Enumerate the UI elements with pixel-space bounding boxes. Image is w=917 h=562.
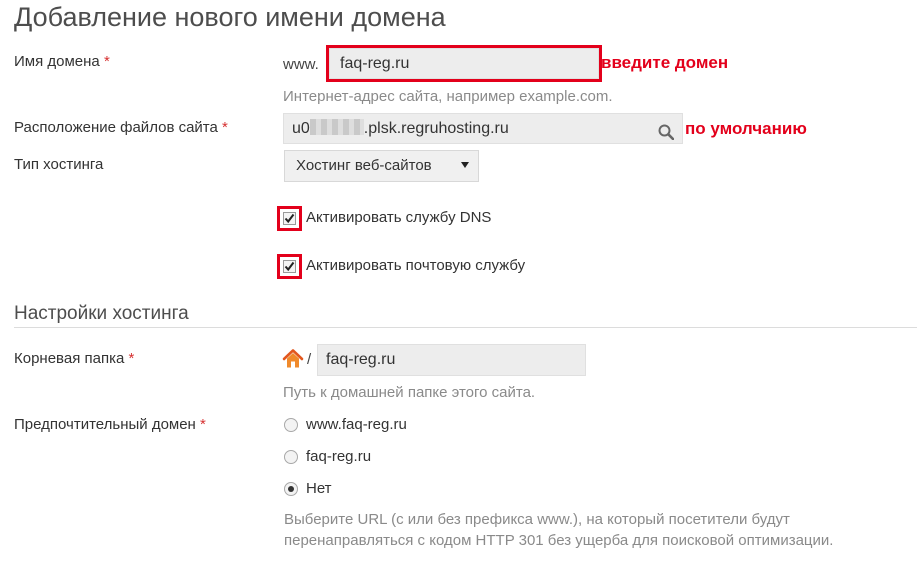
files-location-label-text: Расположение файлов сайта [14, 119, 218, 136]
preferred-domain-hint-line2: перенаправляться с кодом HTTP 301 без ущ… [284, 532, 834, 549]
domain-annotation: введите домен [601, 53, 729, 72]
files-location-annotation: по умолчанию [685, 119, 807, 138]
radio-none[interactable] [284, 482, 298, 496]
domain-hint: Интернет-адрес сайта, например example.c… [283, 88, 613, 105]
www-prefix: www. [283, 56, 319, 73]
hosting-type-select[interactable]: Хостинг веб-сайтов [284, 150, 479, 182]
blurred-region [309, 119, 364, 135]
dns-checkbox[interactable] [283, 212, 296, 225]
hosting-type-label: Тип хостинга [14, 156, 104, 173]
dns-checkbox-label[interactable]: Активировать службу DNS [306, 209, 491, 226]
radio-none-label[interactable]: Нет [306, 480, 332, 497]
hosting-type-selected: Хостинг веб-сайтов [296, 157, 432, 174]
root-folder-hint: Путь к домашней папке этого сайта. [283, 384, 536, 401]
files-location-input[interactable]: u0 .plsk.regruhosting.ru [283, 113, 683, 144]
root-folder-input[interactable]: faq-reg.ru [317, 344, 586, 376]
preferred-domain-label-text: Предпочтительный домен [14, 416, 196, 433]
section-divider [14, 327, 917, 328]
search-icon[interactable] [658, 121, 675, 141]
root-folder-label-text: Корневая папка [14, 350, 125, 367]
domain-name-label-text: Имя домена [14, 53, 100, 70]
domain-highlight: faq-reg.ru [326, 45, 602, 82]
radio-plain-domain[interactable] [284, 450, 298, 464]
preferred-domain-label: Предпочтительный домен * [14, 416, 206, 433]
files-location-value-start: u0 [292, 120, 310, 137]
required-mark: * [128, 350, 135, 367]
preferred-domain-hint-line1: Выберите URL (с или без префикса www.), … [284, 511, 790, 528]
radio-selected-dot [288, 486, 294, 492]
domain-input[interactable]: faq-reg.ru [329, 48, 599, 79]
mail-checkbox[interactable] [283, 260, 296, 273]
checkmark-icon [284, 261, 295, 272]
radio-www-domain[interactable] [284, 418, 298, 432]
files-location-value-end: .plsk.regruhosting.ru [363, 120, 509, 137]
root-folder-label: Корневая папка * [14, 350, 134, 367]
required-mark: * [103, 53, 110, 70]
domain-name-label: Имя домена * [14, 53, 110, 70]
home-icon [282, 348, 304, 370]
dns-checkbox-highlight [277, 206, 302, 231]
preferred-domain-hint: Выберите URL (с или без префикса www.), … [284, 509, 833, 551]
files-location-label: Расположение файлов сайта * [14, 119, 228, 136]
mail-checkbox-label[interactable]: Активировать почтовую службу [306, 257, 525, 274]
mail-checkbox-highlight [277, 254, 302, 279]
required-mark: * [222, 119, 228, 136]
hosting-settings-title: Настройки хостинга [14, 303, 189, 324]
chevron-down-icon [461, 162, 469, 168]
radio-www-domain-label[interactable]: www.faq-reg.ru [306, 416, 407, 433]
checkmark-icon [284, 213, 295, 224]
radio-plain-domain-label[interactable]: faq-reg.ru [306, 448, 371, 465]
path-separator: / [307, 351, 312, 368]
required-mark: * [200, 416, 206, 433]
page-title: Добавление нового имени домена [14, 2, 446, 32]
